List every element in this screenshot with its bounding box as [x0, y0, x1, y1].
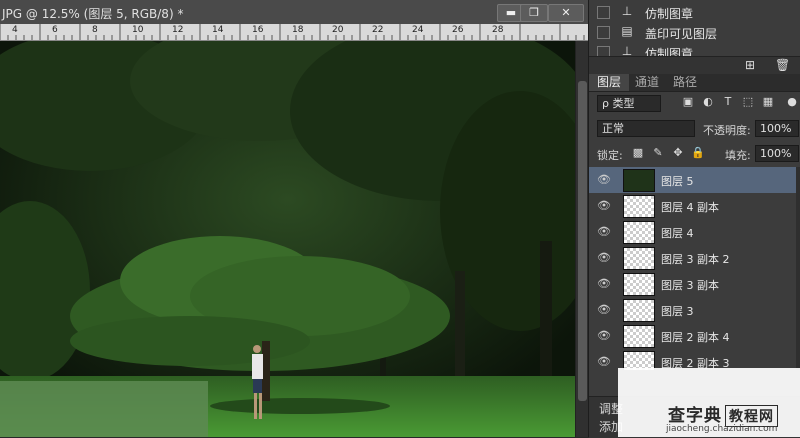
lock-move-icon[interactable]: ✥ — [671, 146, 685, 160]
layer-name: 图层 5 — [661, 175, 694, 188]
layer-row[interactable]: 👁 图层 2 副本 3 — [589, 349, 796, 370]
layer-row[interactable]: 👁 图层 4 — [589, 219, 796, 246]
document-icon: ▤ — [621, 24, 633, 38]
eye-icon[interactable]: 👁 — [597, 225, 611, 239]
tab-paths[interactable]: 路径 — [665, 74, 705, 91]
layer-filter-row: ρ 类型 ▣ ◐ T ⬚ ▦ ● — [589, 92, 800, 114]
history-item-label: 仿制图章 — [645, 7, 694, 21]
ruler-label: 14 — [212, 25, 224, 35]
layer-row[interactable]: 👁 图层 3 副本 — [589, 271, 796, 298]
layer-name: 图层 4 副本 — [661, 201, 719, 214]
eye-icon[interactable]: 👁 — [597, 277, 611, 291]
lock-all-icon[interactable]: 🔒 — [691, 146, 705, 160]
ruler-label: 26 — [452, 25, 464, 35]
trash-icon[interactable]: 🗑 — [775, 58, 790, 72]
document-title: JPG @ 12.5% (图层 5, RGB/8) * — [2, 7, 184, 21]
filter-toggle-icon[interactable]: ● — [785, 95, 799, 109]
fill-input[interactable]: 100% — [755, 145, 799, 162]
eye-icon[interactable]: 👁 — [597, 303, 611, 317]
stamp-icon: ⊥ — [621, 44, 633, 56]
opacity-label: 不透明度: — [703, 124, 751, 137]
opacity-input[interactable]: 100% — [755, 120, 799, 137]
document-title-bar[interactable]: JPG @ 12.5% (图层 5, RGB/8) * ▬ ❐ ✕ — [0, 0, 588, 25]
image-canvas[interactable] — [0, 41, 575, 437]
image-filter-icon[interactable]: ▣ — [681, 95, 695, 109]
lock-row: 锁定: ▩ ✎ ✥ 🔒 填充: 100% — [589, 143, 800, 165]
fill-label: 填充: — [725, 149, 751, 162]
smart-object-filter-icon[interactable]: ▦ — [761, 95, 775, 109]
blend-mode-select[interactable]: 正常 — [597, 120, 695, 137]
tab-channels[interactable]: 通道 — [627, 74, 667, 91]
eye-icon[interactable]: 👁 — [597, 355, 611, 369]
stamp-icon: ⊥ — [621, 4, 633, 18]
history-checkbox[interactable] — [597, 46, 610, 56]
history-item-2[interactable]: ▤ 盖印可见图层 — [589, 22, 800, 42]
layer-thumbnail — [623, 221, 655, 244]
layer-row[interactable]: 👁 图层 5 — [589, 167, 796, 194]
close-button[interactable]: ✕ — [548, 4, 584, 22]
scrollbar-thumb[interactable] — [578, 81, 587, 401]
vertical-scrollbar[interactable] — [575, 41, 589, 437]
layer-filter-select[interactable]: ρ 类型 — [597, 95, 661, 112]
eye-icon[interactable]: 👁 — [597, 251, 611, 265]
blend-row: 正常 不透明度: 100% — [589, 118, 800, 140]
adjustment-filter-icon[interactable]: ◐ — [701, 95, 715, 109]
watermark: 查字典 教程网 jiaocheng.chazidian.com — [618, 368, 800, 437]
shape-filter-icon[interactable]: ⬚ — [741, 95, 755, 109]
layer-name: 图层 4 — [661, 227, 694, 240]
layer-row[interactable]: 👁 图层 2 副本 4 — [589, 323, 796, 350]
panel-tabs: 图层 通道 路径 — [589, 74, 800, 92]
forest-photo — [0, 41, 575, 437]
ruler-label: 22 — [372, 25, 384, 35]
history-footer: ⊞ 🗑 — [589, 56, 800, 75]
ruler-label: 4 — [12, 25, 18, 35]
ruler-label: 10 — [132, 25, 144, 35]
history-checkbox[interactable] — [597, 26, 610, 39]
lock-transparency-icon[interactable]: ▩ — [631, 146, 645, 160]
horizontal-ruler[interactable]: 4 6 8 10 12 14 16 18 20 22 24 26 28 — [0, 24, 588, 41]
layer-thumbnail — [623, 299, 655, 322]
lock-brush-icon[interactable]: ✎ — [651, 146, 665, 160]
layer-row[interactable]: 👁 图层 4 副本 — [589, 193, 796, 220]
document-window: JPG @ 12.5% (图层 5, RGB/8) * ▬ ❐ ✕ 4 6 8 10 1… — [0, 0, 589, 437]
history-item-1[interactable]: ⊥ 仿制图章 — [589, 2, 800, 22]
layer-name: 图层 3 副本 2 — [661, 253, 730, 266]
lock-label: 锁定: — [597, 149, 623, 162]
eye-icon[interactable]: 👁 — [597, 199, 611, 213]
layer-thumbnail — [623, 247, 655, 270]
layer-row[interactable]: 👁 图层 3 — [589, 297, 796, 324]
layer-thumbnail — [623, 195, 655, 218]
ruler-label: 12 — [172, 25, 184, 35]
layer-thumbnail — [623, 273, 655, 296]
layer-row[interactable]: 👁 图层 3 副本 2 — [589, 245, 796, 272]
layers-list: 👁 图层 5 👁 图层 4 副本 👁 图层 4 👁 图层 3 副本 2 👁 图层 3 副本 👁 图层 … — [589, 167, 800, 370]
history-checkbox[interactable] — [597, 6, 610, 19]
ruler-label: 8 — [92, 25, 98, 35]
eye-icon[interactable]: 👁 — [597, 329, 611, 343]
ruler-label: 6 — [52, 25, 58, 35]
layer-thumbnail — [623, 325, 655, 348]
type-filter-icon[interactable]: T — [721, 95, 735, 109]
tab-layers[interactable]: 图层 — [589, 74, 630, 91]
history-item-label: 仿制图章 — [645, 47, 694, 56]
layer-name: 图层 3 — [661, 305, 694, 318]
restore-button[interactable]: ❐ — [520, 4, 548, 22]
layer-thumbnail — [623, 169, 655, 192]
new-snapshot-icon[interactable]: ⊞ — [745, 58, 755, 72]
layer-name: 图层 3 副本 — [661, 279, 719, 292]
history-item-3[interactable]: ⊥ 仿制图章 — [589, 42, 800, 56]
watermark-url: jiaocheng.chazidian.com — [666, 424, 778, 434]
ruler-label: 18 — [292, 25, 304, 35]
ruler-label: 16 — [252, 25, 264, 35]
ruler-label: 28 — [492, 25, 504, 35]
layer-name: 图层 2 副本 4 — [661, 331, 730, 344]
ruler-label: 20 — [332, 25, 344, 35]
ruler-label: 24 — [412, 25, 424, 35]
layers-scrollbar[interactable] — [796, 167, 800, 370]
eye-icon[interactable]: 👁 — [597, 173, 611, 187]
history-item-label: 盖印可见图层 — [645, 27, 718, 41]
